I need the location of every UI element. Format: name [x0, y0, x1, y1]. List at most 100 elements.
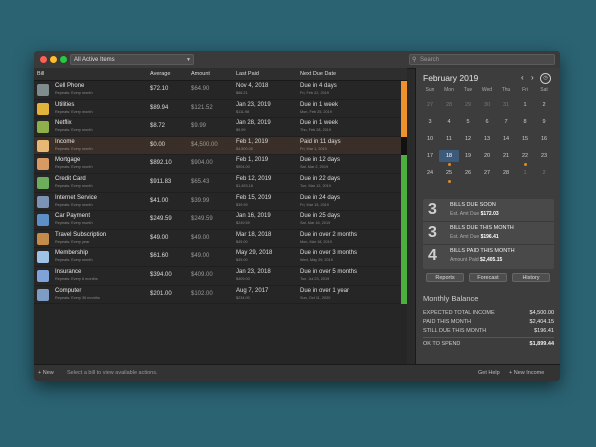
bill-amount: $49.00: [191, 253, 210, 260]
status-bar: [401, 155, 407, 174]
table-row[interactable]: Utilities Repeats: Every month $89.94 $121.…: [34, 99, 407, 119]
table-row[interactable]: Car Payment Repeats: Every month $249.59 $2…: [34, 211, 407, 230]
calendar-day[interactable]: 1: [515, 167, 535, 179]
table-row[interactable]: Membership Repeats: Every month $61.60 $49.…: [34, 248, 407, 267]
calendar-day[interactable]: 14: [496, 133, 516, 145]
bill-icon: [37, 232, 49, 245]
summary-label: Est. Amt Due: [450, 234, 480, 240]
calendar-day[interactable]: 23: [534, 150, 554, 162]
table-row[interactable]: Netflix Repeats: Every month $8.72 $9.99 Jan…: [34, 118, 407, 137]
table-row[interactable]: Travel Subscription Repeats: Every year $4…: [34, 229, 407, 249]
calendar-day[interactable]: 22: [515, 150, 535, 162]
col-next-due[interactable]: Next Due Date: [300, 71, 336, 77]
calendar-day[interactable]: 11: [439, 133, 459, 145]
search-input[interactable]: ⚲ Search: [409, 54, 555, 65]
bill-average: $394.00: [150, 272, 172, 278]
bill-next-due: Due in over 3 months: [300, 250, 358, 257]
calendar-day[interactable]: 27: [420, 99, 440, 111]
search-placeholder: Search: [420, 57, 440, 63]
calendar-day[interactable]: 26: [458, 167, 478, 179]
calendar-day[interactable]: 18: [439, 150, 459, 162]
bill-icon: [37, 158, 49, 171]
calendar-day[interactable]: 21: [496, 150, 516, 162]
calendar-weekday: Fri: [522, 87, 528, 93]
filter-select[interactable]: All Active Items ▼: [70, 54, 194, 65]
calendar-day[interactable]: 13: [477, 133, 497, 145]
col-amount[interactable]: Amount: [191, 71, 210, 77]
calendar-month: February 2019: [423, 73, 479, 83]
calendar-day[interactable]: 27: [477, 167, 497, 179]
calendar-day[interactable]: 25: [439, 167, 459, 179]
bill-next-due-date: Fri, Mar 15, 2019: [300, 202, 329, 207]
bill-name: Internet Service: [55, 194, 98, 201]
bill-name: Netflix: [55, 120, 72, 127]
status-bar: [401, 285, 407, 305]
calendar-day[interactable]: 4: [439, 116, 459, 128]
calendar-day[interactable]: 31: [496, 99, 516, 111]
calendar-day[interactable]: 6: [477, 116, 497, 128]
calendar-day[interactable]: 5: [458, 116, 478, 128]
bill-last-paid-amount: $68.21: [236, 91, 248, 95]
calendar-day[interactable]: 29: [458, 99, 478, 111]
history-button[interactable]: History: [512, 273, 550, 282]
bottom-bar: + New Select a bill to view available ac…: [34, 364, 560, 381]
forecast-button[interactable]: Forecast: [469, 273, 507, 282]
monthly-balance-title: Monthly Balance: [423, 294, 479, 303]
calendar-day[interactable]: 28: [496, 167, 516, 179]
bill-average: $8.72: [150, 123, 166, 130]
table-row[interactable]: Insurance Repeats: Every 6 months $394.00 $…: [34, 267, 407, 286]
summary-panel: 3 BILLS DUE SOON Est. Amt Due $172.03 3 BILL…: [423, 199, 554, 269]
summary-count: 3: [428, 224, 437, 241]
bill-last-paid-amount: $9.99: [236, 128, 246, 133]
calendar-day[interactable]: 20: [477, 150, 497, 162]
today-clock-icon[interactable]: ◷: [540, 73, 551, 84]
table-row[interactable]: Mortgage Repeats: Every month $892.10 $904.…: [34, 155, 407, 174]
table-row[interactable]: Cell Phone Repeats: Every month $72.10 $64.…: [34, 81, 407, 100]
calendar-day[interactable]: 19: [458, 150, 478, 162]
calendar-day[interactable]: 16: [534, 133, 554, 145]
new-income-button[interactable]: + New Income: [509, 370, 544, 376]
summary-title: BILLS PAID THIS MONTH: [450, 248, 515, 254]
close-button[interactable]: [40, 56, 47, 63]
bill-last-paid: Mar 18, 2018: [236, 231, 272, 238]
bill-amount: $102.00: [191, 290, 213, 297]
calendar-day[interactable]: 17: [420, 150, 440, 162]
next-month-icon[interactable]: ›: [531, 73, 534, 82]
calendar-day[interactable]: 10: [420, 133, 440, 145]
table-row[interactable]: Income Repeats: Every month $0.00 $4,500.00…: [34, 136, 407, 156]
zoom-button[interactable]: [60, 56, 67, 63]
calendar-day[interactable]: 1: [515, 99, 535, 111]
bill-name: Income: [55, 138, 75, 145]
calendar-day[interactable]: 15: [515, 133, 535, 145]
bill-amount: $64.90: [191, 86, 210, 92]
calendar-day[interactable]: 3: [420, 116, 440, 128]
title-bar: All Active Items ▼ ⚲ Search: [34, 51, 560, 69]
reports-button[interactable]: Reports: [426, 273, 464, 282]
bill-average: $249.59: [150, 216, 172, 223]
table-header: Bill Average Amount Last Paid Next Due D…: [34, 68, 407, 81]
col-average[interactable]: Average: [150, 71, 170, 77]
calendar-day[interactable]: 2: [534, 167, 554, 179]
summary-title: BILLS DUE SOON: [450, 202, 496, 208]
calendar-day[interactable]: 9: [534, 116, 554, 128]
calendar-day[interactable]: 12: [458, 133, 478, 145]
calendar-day[interactable]: 30: [477, 99, 497, 111]
table-row[interactable]: Credit Card Repeats: Every month $911.83 $6…: [34, 174, 407, 193]
bill-name: Mortgage: [55, 157, 81, 164]
minimize-button[interactable]: [50, 56, 57, 63]
calendar-day[interactable]: 28: [439, 99, 459, 111]
col-last-paid[interactable]: Last Paid: [236, 71, 259, 77]
table-row[interactable]: Computer Repeats: Every 36 months $201.00 $…: [34, 285, 407, 305]
help-button[interactable]: Get Help: [478, 370, 500, 376]
calendar-day[interactable]: 2: [534, 99, 554, 111]
calendar-day[interactable]: 24: [420, 167, 440, 179]
col-bill[interactable]: Bill: [37, 71, 44, 77]
prev-month-icon[interactable]: ‹: [521, 73, 524, 82]
summary-label: Amount Paid: [450, 257, 479, 263]
new-bill-button[interactable]: + New: [38, 370, 54, 376]
table-row[interactable]: Internet Service Repeats: Every month $41.…: [34, 192, 407, 212]
calendar-day[interactable]: 7: [496, 116, 516, 128]
calendar-day[interactable]: 8: [515, 116, 535, 128]
bill-next-due-date: Tue, Jul 23, 2019: [300, 277, 330, 281]
bill-amount: $65.43: [191, 179, 210, 185]
